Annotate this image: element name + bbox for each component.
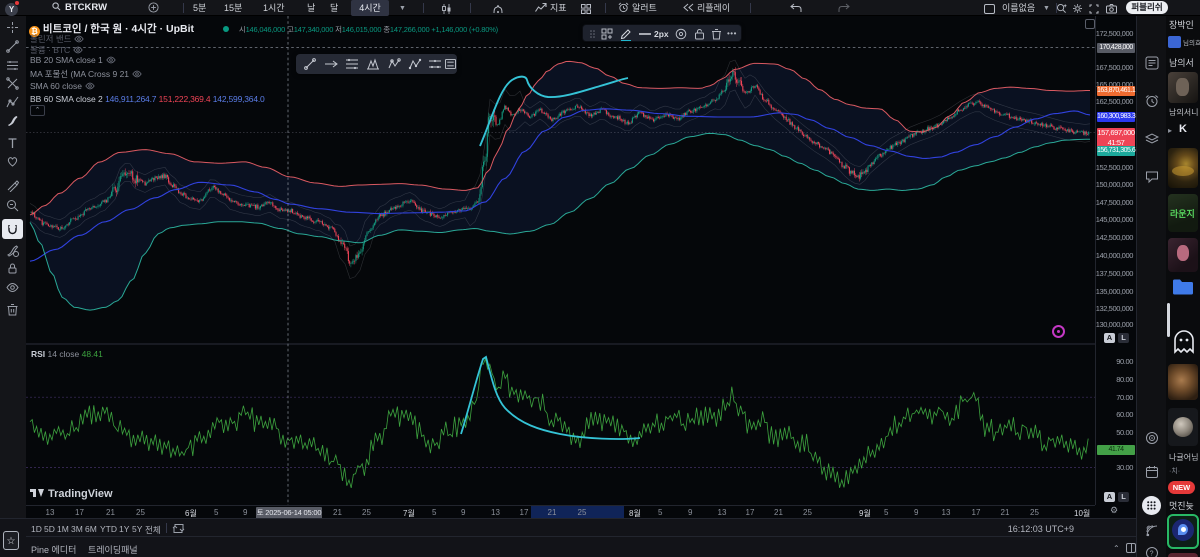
svg-text:?: ? xyxy=(1150,551,1154,557)
